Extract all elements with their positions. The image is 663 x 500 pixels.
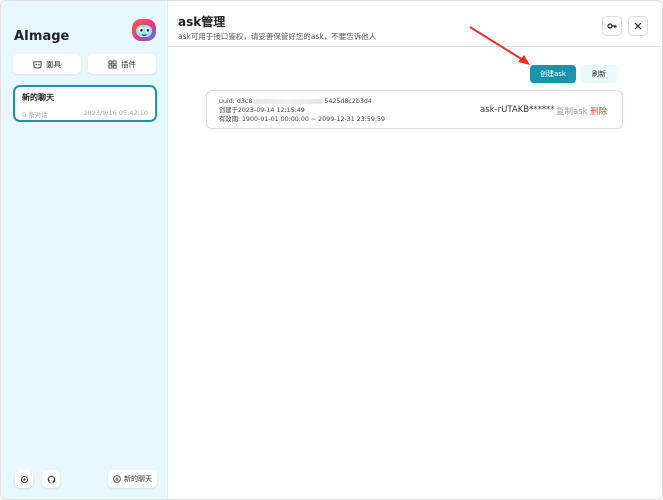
plugin-button-label: 插件: [121, 59, 136, 69]
create-ask-button[interactable]: 创建ask: [530, 65, 576, 83]
copy-ask-button[interactable]: 复制ask: [556, 105, 588, 117]
github-icon: [47, 475, 55, 483]
uuid-row: uuid: d3c8 5425d8c2b3d4: [219, 97, 385, 106]
chat-count: 0 条对话: [22, 111, 48, 119]
github-button[interactable]: [42, 470, 60, 488]
created-time: 创建于2023-09-14 12:15:49: [219, 107, 305, 114]
mask-button[interactable]: 面具: [13, 54, 81, 74]
close-button[interactable]: [628, 16, 648, 36]
chat-meta: 0 条对话 2023/9/16 05:42:10: [22, 109, 148, 119]
plugin-button[interactable]: 插件: [88, 54, 156, 74]
page-subtitle: ask可用于接口鉴权，请妥善保管好您的ask，不要告诉他人: [178, 32, 377, 41]
key-button[interactable]: [602, 16, 622, 36]
close-icon: [634, 22, 642, 30]
delete-ask-button[interactable]: 删除: [590, 105, 607, 117]
chat-list-item[interactable]: 新的聊天 0 条对话 2023/9/16 05:42:10: [13, 85, 157, 122]
bot-face-logo-icon: [132, 19, 156, 41]
uuid-suffix: 5425d8c2b3d4: [324, 98, 372, 105]
new-chat-button[interactable]: 新的聊天: [108, 470, 157, 488]
new-chat-label: 新的聊天: [124, 475, 152, 483]
chat-title: 新的聊天: [22, 93, 54, 102]
gear-icon: [20, 475, 28, 483]
ask-key-value: ask-rUTAKB******: [480, 105, 555, 115]
mask-button-label: 面具: [46, 59, 61, 69]
uuid-redacted: [253, 99, 324, 104]
page-title: ask管理: [178, 15, 226, 29]
red-arrow-annotation: [469, 26, 530, 65]
page-header: ask管理 ask可用于接口鉴权，请妥善保管好您的ask，不要告诉他人: [168, 1, 662, 47]
brand-title: AImage: [14, 29, 70, 44]
main-panel: ask管理 ask可用于接口鉴权，请妥善保管好您的ask，不要告诉他人 创建as…: [168, 1, 662, 499]
sidebar: AImage 面具 插件 新的聊天 0 条对话 2023/9/16 05:42:…: [1, 1, 168, 499]
grid-icon: [108, 59, 117, 69]
app-window: AImage 面具 插件 新的聊天 0 条对话 2023/9/16 05:42:…: [0, 0, 663, 500]
ask-key-details: uuid: d3c8 5425d8c2b3d4 创建于2023-09-14 12…: [219, 97, 385, 124]
settings-button[interactable]: [15, 470, 33, 488]
mask-icon: [33, 60, 42, 69]
refresh-button[interactable]: 刷新: [581, 65, 617, 83]
validity-range: 有效期: 1900-01-01 00:00:00 ~ 2099-12-31 23…: [219, 116, 386, 123]
key-icon: [607, 23, 617, 29]
chat-time: 2023/9/16 05:42:10: [83, 109, 148, 117]
uuid-prefix: uuid: d3c8: [219, 98, 253, 105]
ask-key-card: uuid: d3c8 5425d8c2b3d4 创建于2023-09-14 12…: [206, 90, 623, 129]
plus-circle-icon: [113, 475, 121, 483]
